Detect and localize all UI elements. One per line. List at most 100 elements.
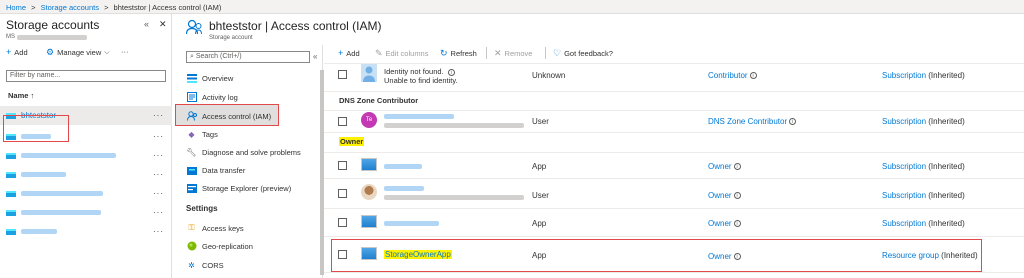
remove-button[interactable]: ✕ Remove: [494, 48, 532, 59]
storage-accounts-blade: Storage accounts MS « ✕ + Add ⚙ Manage v…: [0, 14, 172, 278]
storage-list-item[interactable]: ···: [0, 165, 172, 184]
more-actions-icon[interactable]: ···: [153, 189, 164, 198]
info-icon[interactable]: i: [733, 220, 741, 228]
user-avatar: Te: [361, 112, 377, 128]
breadcrumb: Home > Storage accounts > bhteststor | A…: [0, 0, 1024, 14]
refresh-icon: ↻: [440, 48, 448, 58]
add-role-button[interactable]: + Add: [338, 48, 360, 58]
more-actions-icon[interactable]: ···: [153, 111, 164, 120]
menu-item-storage-explorer[interactable]: Storage Explorer (preview): [186, 179, 291, 197]
storage-list-item[interactable]: ···: [0, 127, 172, 146]
redacted-name[interactable]: [384, 114, 454, 119]
refresh-label: Refresh: [450, 49, 477, 58]
scope-link[interactable]: Subscription: [882, 117, 926, 126]
gear-icon: ⚙: [46, 47, 55, 57]
menu-item-access-keys[interactable]: ⚿ Access keys: [186, 219, 244, 237]
more-actions-icon[interactable]: ···: [153, 227, 164, 236]
activity-log-icon: [186, 92, 197, 103]
overview-icon: [186, 73, 197, 84]
chevron-down-icon: ⌵: [104, 48, 110, 56]
info-icon[interactable]: i: [733, 163, 741, 171]
edit-columns-button[interactable]: ✎ Edit columns: [375, 48, 428, 59]
role-link[interactable]: Owner: [708, 162, 732, 171]
blade-title: Storage accounts: [6, 18, 100, 32]
add-button[interactable]: + Add: [6, 47, 28, 57]
role-link[interactable]: Contributor: [708, 71, 748, 80]
scope-link[interactable]: Subscription: [882, 71, 926, 80]
row-checkbox[interactable]: [338, 189, 347, 198]
redacted-name[interactable]: [21, 134, 51, 139]
subscription-redacted: [17, 35, 87, 40]
wrench-icon: 🔧︎: [186, 147, 197, 157]
menu-search-input[interactable]: ⌕ Search (Ctrl+/): [186, 51, 310, 63]
breadcrumb-home[interactable]: Home: [6, 3, 26, 12]
menu-item-diagnose[interactable]: 🔧︎ Diagnose and solve problems: [186, 143, 301, 161]
info-icon[interactable]: i: [447, 68, 455, 76]
filter-input[interactable]: Filter by name...: [6, 70, 166, 82]
role-link[interactable]: Owner: [708, 191, 732, 200]
redacted-name[interactable]: [384, 221, 439, 226]
role-link[interactable]: DNS Zone Contributor: [708, 117, 787, 126]
feedback-button[interactable]: ♡ Got feedback?: [553, 48, 613, 59]
scope-cell: Subscription (Inherited): [882, 117, 965, 126]
menu-item-label: Access keys: [202, 223, 244, 233]
scope-link[interactable]: Subscription: [882, 219, 926, 228]
menu-item-data-transfer[interactable]: Data transfer: [186, 161, 245, 179]
row-checkbox[interactable]: [338, 117, 347, 126]
menu-collapse-icon[interactable]: «: [313, 52, 317, 61]
redacted-name[interactable]: [21, 210, 101, 215]
principal-type: App: [532, 162, 547, 171]
menu-item-label: Storage Explorer (preview): [202, 183, 292, 193]
storage-list-item[interactable]: ···: [0, 184, 172, 203]
globe-icon: [186, 241, 197, 252]
storage-account-icon: [6, 171, 16, 178]
menu-item-geo-replication[interactable]: Geo-replication: [186, 237, 253, 255]
close-icon[interactable]: ✕: [159, 19, 167, 30]
menu-item-label: Geo-replication: [202, 241, 253, 251]
name-column-header[interactable]: Name ↑: [8, 91, 34, 100]
storage-list-item[interactable]: ···: [0, 146, 172, 165]
info-icon[interactable]: i: [749, 72, 757, 80]
scope-link[interactable]: Subscription: [882, 162, 926, 171]
redacted-name[interactable]: [384, 164, 422, 169]
storage-list-item[interactable]: ···: [0, 222, 172, 241]
cors-icon: ✲: [188, 260, 195, 270]
unknown-identity-avatar: [361, 64, 377, 82]
edit-icon: ✎: [375, 48, 383, 58]
storage-list-item[interactable]: ···: [0, 203, 172, 222]
menu-item-label: Tags: [202, 129, 218, 139]
redacted-name[interactable]: [21, 229, 57, 234]
redacted-name[interactable]: [21, 153, 116, 158]
menu-item-tags[interactable]: ◆ Tags: [186, 125, 218, 143]
refresh-button[interactable]: ↻ Refresh: [440, 48, 477, 59]
highlight-box: [175, 104, 279, 126]
more-actions-icon[interactable]: ···: [153, 132, 164, 141]
breadcrumb-storage-accounts[interactable]: Storage accounts: [41, 3, 99, 12]
row-checkbox[interactable]: [338, 161, 347, 170]
heart-icon: ♡: [553, 48, 562, 58]
menu-item-overview[interactable]: Overview: [186, 69, 233, 87]
more-actions-icon[interactable]: ···: [153, 208, 164, 217]
breadcrumb-separator: >: [31, 3, 36, 12]
row-checkbox[interactable]: [338, 70, 347, 79]
menu-item-label: CORS: [202, 260, 224, 270]
role-link[interactable]: Owner: [708, 219, 732, 228]
plus-icon: +: [338, 48, 344, 58]
scope-link[interactable]: Subscription: [882, 191, 926, 200]
group-header-dns: DNS Zone Contributor: [339, 96, 419, 105]
scope-suffix: (Inherited): [928, 219, 965, 228]
row-checkbox[interactable]: [338, 218, 347, 227]
more-actions-icon[interactable]: ···: [153, 151, 164, 160]
redacted-name[interactable]: [21, 191, 103, 196]
menu-item-label: Diagnose and solve problems: [202, 147, 301, 157]
manage-view-button[interactable]: ⚙ Manage view ⌵: [46, 47, 110, 58]
menu-item-cors[interactable]: ✲ CORS: [186, 256, 224, 274]
info-icon[interactable]: i: [789, 118, 797, 126]
role-cell: Contributor i: [708, 71, 757, 80]
collapse-icon[interactable]: «: [144, 19, 149, 29]
more-actions-icon[interactable]: ···: [153, 170, 164, 179]
redacted-name[interactable]: [21, 172, 66, 177]
more-button[interactable]: ···: [121, 47, 129, 56]
info-icon[interactable]: i: [733, 192, 741, 200]
redacted-name[interactable]: [384, 186, 424, 191]
